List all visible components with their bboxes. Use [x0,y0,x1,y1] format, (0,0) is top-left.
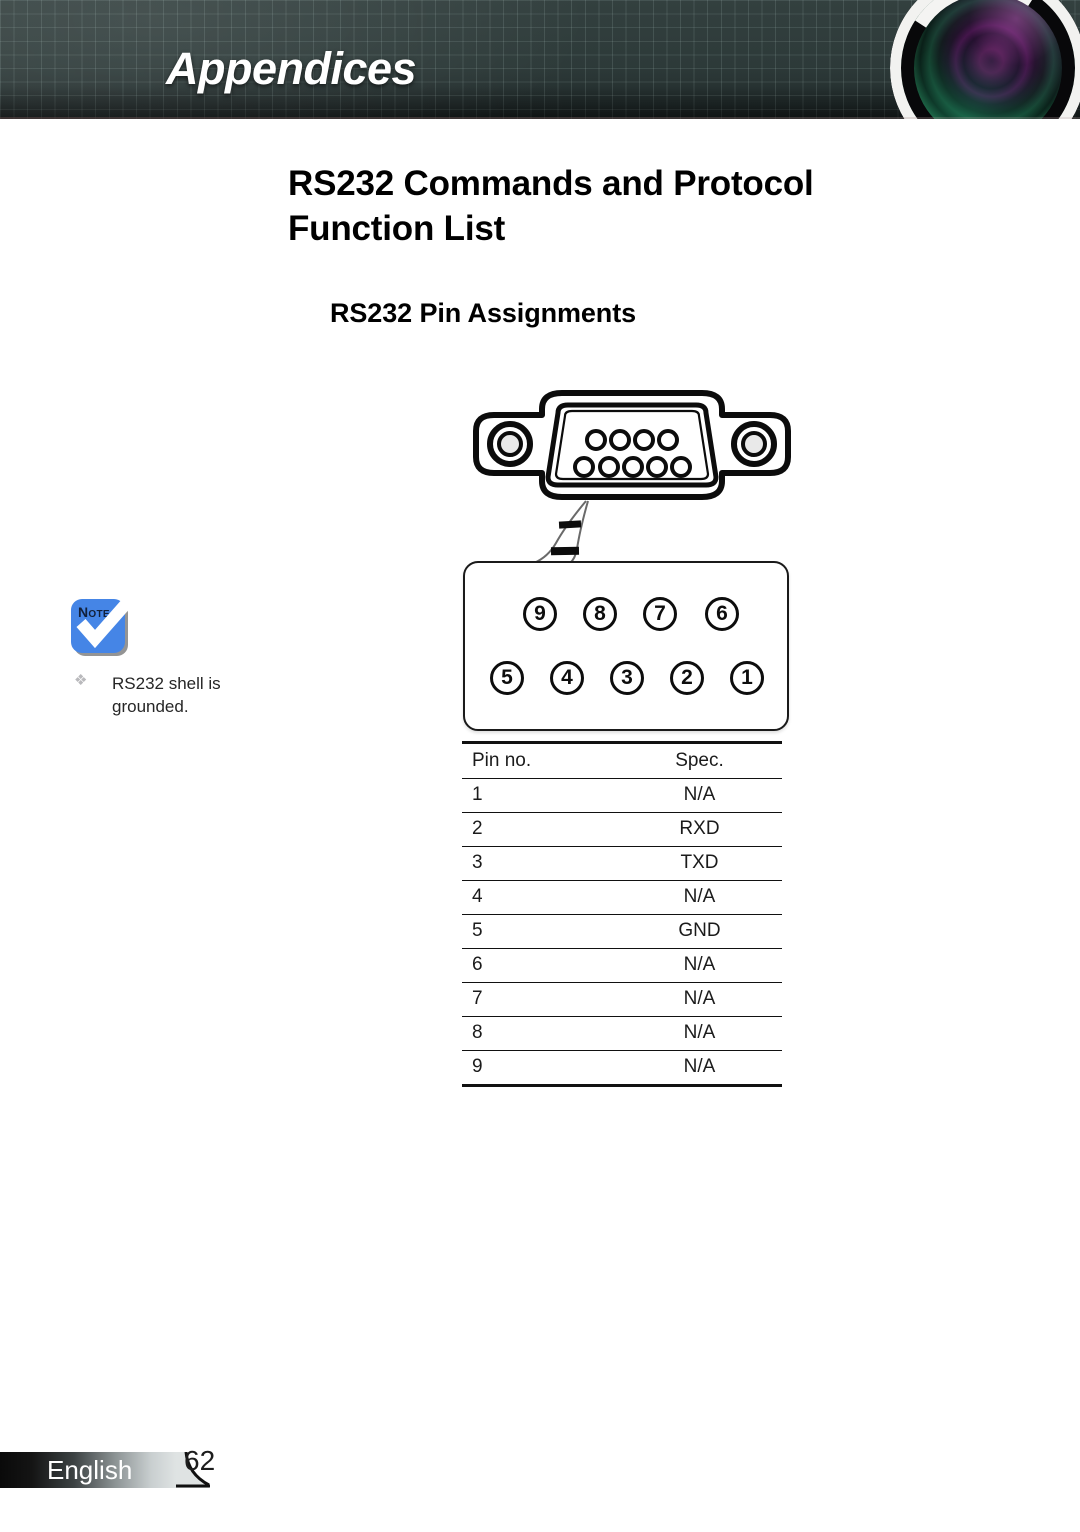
callout-pin-9: 9 [523,597,557,631]
table-row: 3 TXD [462,846,782,881]
cell-pin: 1 [462,778,617,813]
table-header-row: Pin no. Spec. [462,741,782,779]
cell-pin: 7 [462,982,617,1017]
callout-pin-6: 6 [705,597,739,631]
note-bullet-icon: ❖ [74,672,88,689]
cell-pin: 4 [462,880,617,915]
table-row: 6 N/A [462,948,782,983]
lens-outer-barrel [890,0,1080,119]
cell-spec: N/A [616,1016,782,1051]
table-body: 1 N/A 2 RXD 3 TXD 4 N/A 5 GND 6 N/A 7 N/… [462,778,782,1087]
cell-spec: N/A [616,948,782,983]
column-header-pin-no: Pin no. [462,741,617,779]
page-header-title: Appendices [166,43,417,94]
projector-lens-image [890,0,1080,119]
cell-pin: 3 [462,846,617,881]
callout-pin-3: 3 [610,661,644,695]
table-row: 7 N/A [462,982,782,1017]
cell-spec: N/A [616,778,782,813]
checkmark-icon [76,587,144,649]
callout-pin-2: 2 [670,661,704,695]
cell-pin: 9 [462,1050,617,1087]
cell-pin: 8 [462,1016,617,1051]
cell-spec: N/A [616,1050,782,1087]
section-title: RS232 Pin Assignments [330,298,637,328]
footer-language-label: English [47,1455,133,1485]
cell-pin: 5 [462,914,617,949]
callout-pin-8: 8 [583,597,617,631]
callout-pin-5: 5 [490,661,524,695]
pin-callout-box: 9 8 7 6 5 4 3 2 1 [463,561,789,731]
lens-bottom-mask [0,119,206,179]
table-row: 2 RXD [462,812,782,847]
note-icon: Note [71,587,144,656]
callout-pin-7: 7 [643,597,677,631]
table-row: 9 N/A [462,1050,782,1087]
table-row: 5 GND [462,914,782,949]
page-title: RS232 Commands and Protocol Function Lis… [288,164,814,248]
cell-spec: N/A [616,880,782,915]
table-row: 8 N/A [462,1016,782,1051]
table-row: 1 N/A [462,778,782,813]
footer-page-number: 62 [184,1445,216,1476]
page-header-banner: Appendices [0,0,1080,119]
cell-spec: RXD [616,812,782,847]
cell-spec: TXD [616,846,782,881]
table-row: 4 N/A [462,880,782,915]
cell-spec: N/A [616,982,782,1017]
column-header-spec: Spec. [616,741,782,779]
callout-pin-1: 1 [730,661,764,695]
callout-pin-4: 4 [550,661,584,695]
cell-pin: 2 [462,812,617,847]
cell-pin: 6 [462,948,617,983]
cell-spec: GND [616,914,782,949]
pin-assignment-table: Pin no. Spec. 1 N/A 2 RXD 3 TXD 4 N/A 5 … [462,741,782,1087]
note-text: RS232 shell is grounded. [112,674,221,717]
